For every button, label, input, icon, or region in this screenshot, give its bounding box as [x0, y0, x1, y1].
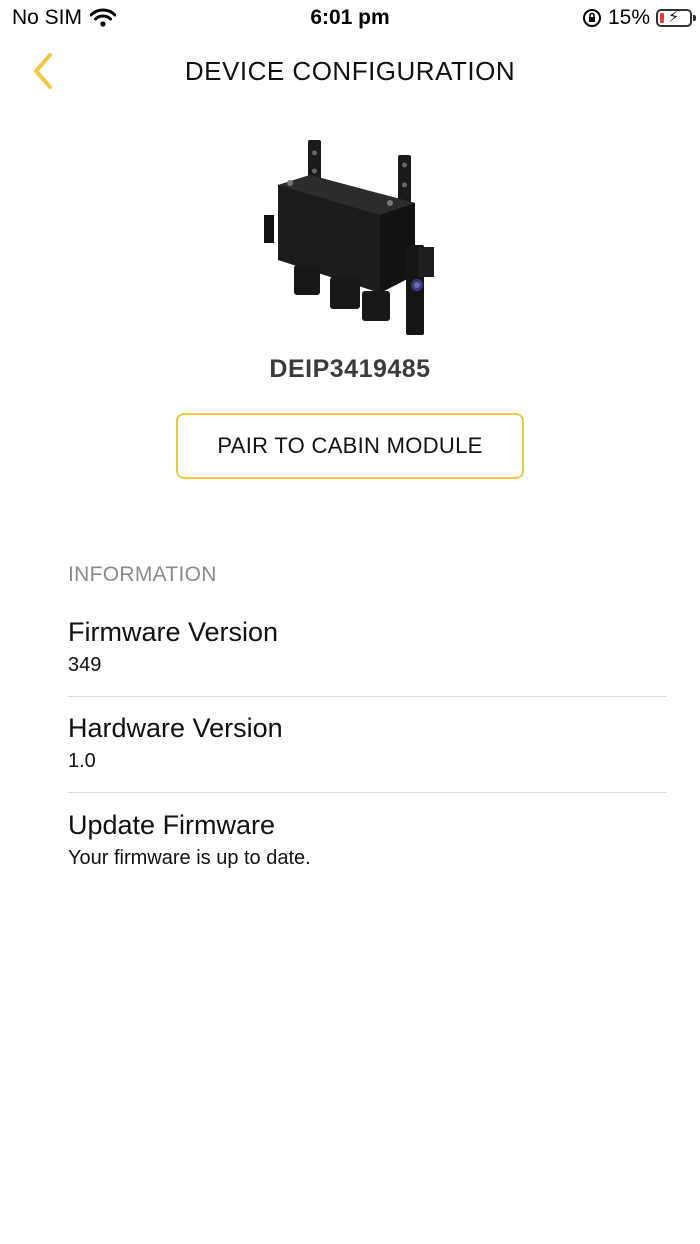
battery-icon: ⚡ — [656, 9, 696, 27]
battery-fill — [660, 13, 664, 23]
row-value: 1.0 — [68, 750, 96, 772]
divider — [68, 792, 666, 793]
firmware-version-row: Firmware Version 349 — [68, 617, 666, 677]
row-value: 349 — [68, 654, 102, 676]
orientation-lock-icon — [582, 9, 601, 27]
information-section-header: INFORMATION — [68, 563, 217, 586]
device-id: DEIP3419485 — [269, 355, 431, 383]
row-title: Firmware Version — [68, 617, 279, 647]
pair-to-cabin-module-button[interactable]: PAIR TO CABIN MODULE — [176, 413, 524, 479]
update-firmware-row[interactable]: Update Firmware Your firmware is up to d… — [68, 810, 666, 870]
pair-button-label: PAIR TO CABIN MODULE — [217, 433, 483, 458]
charging-bolt-icon: ⚡ — [668, 9, 680, 26]
device-configuration-screen: No SIM 6:01 pm 15% ⚡ DEVICE CONFIGURATIO… — [0, 0, 700, 1244]
battery-percent: 15% — [607, 6, 650, 29]
page-title: DEVICE CONFIGURATION — [184, 56, 516, 86]
row-title: Update Firmware — [68, 810, 276, 840]
divider — [68, 696, 666, 697]
status-bar: No SIM 6:01 pm 15% ⚡ — [0, 0, 700, 36]
status-right: 15% ⚡ — [582, 6, 696, 30]
control-module-image — [250, 135, 450, 340]
row-value: Your firmware is up to date. — [68, 847, 311, 869]
row-title: Hardware Version — [68, 713, 283, 743]
hardware-version-row: Hardware Version 1.0 — [68, 713, 666, 773]
